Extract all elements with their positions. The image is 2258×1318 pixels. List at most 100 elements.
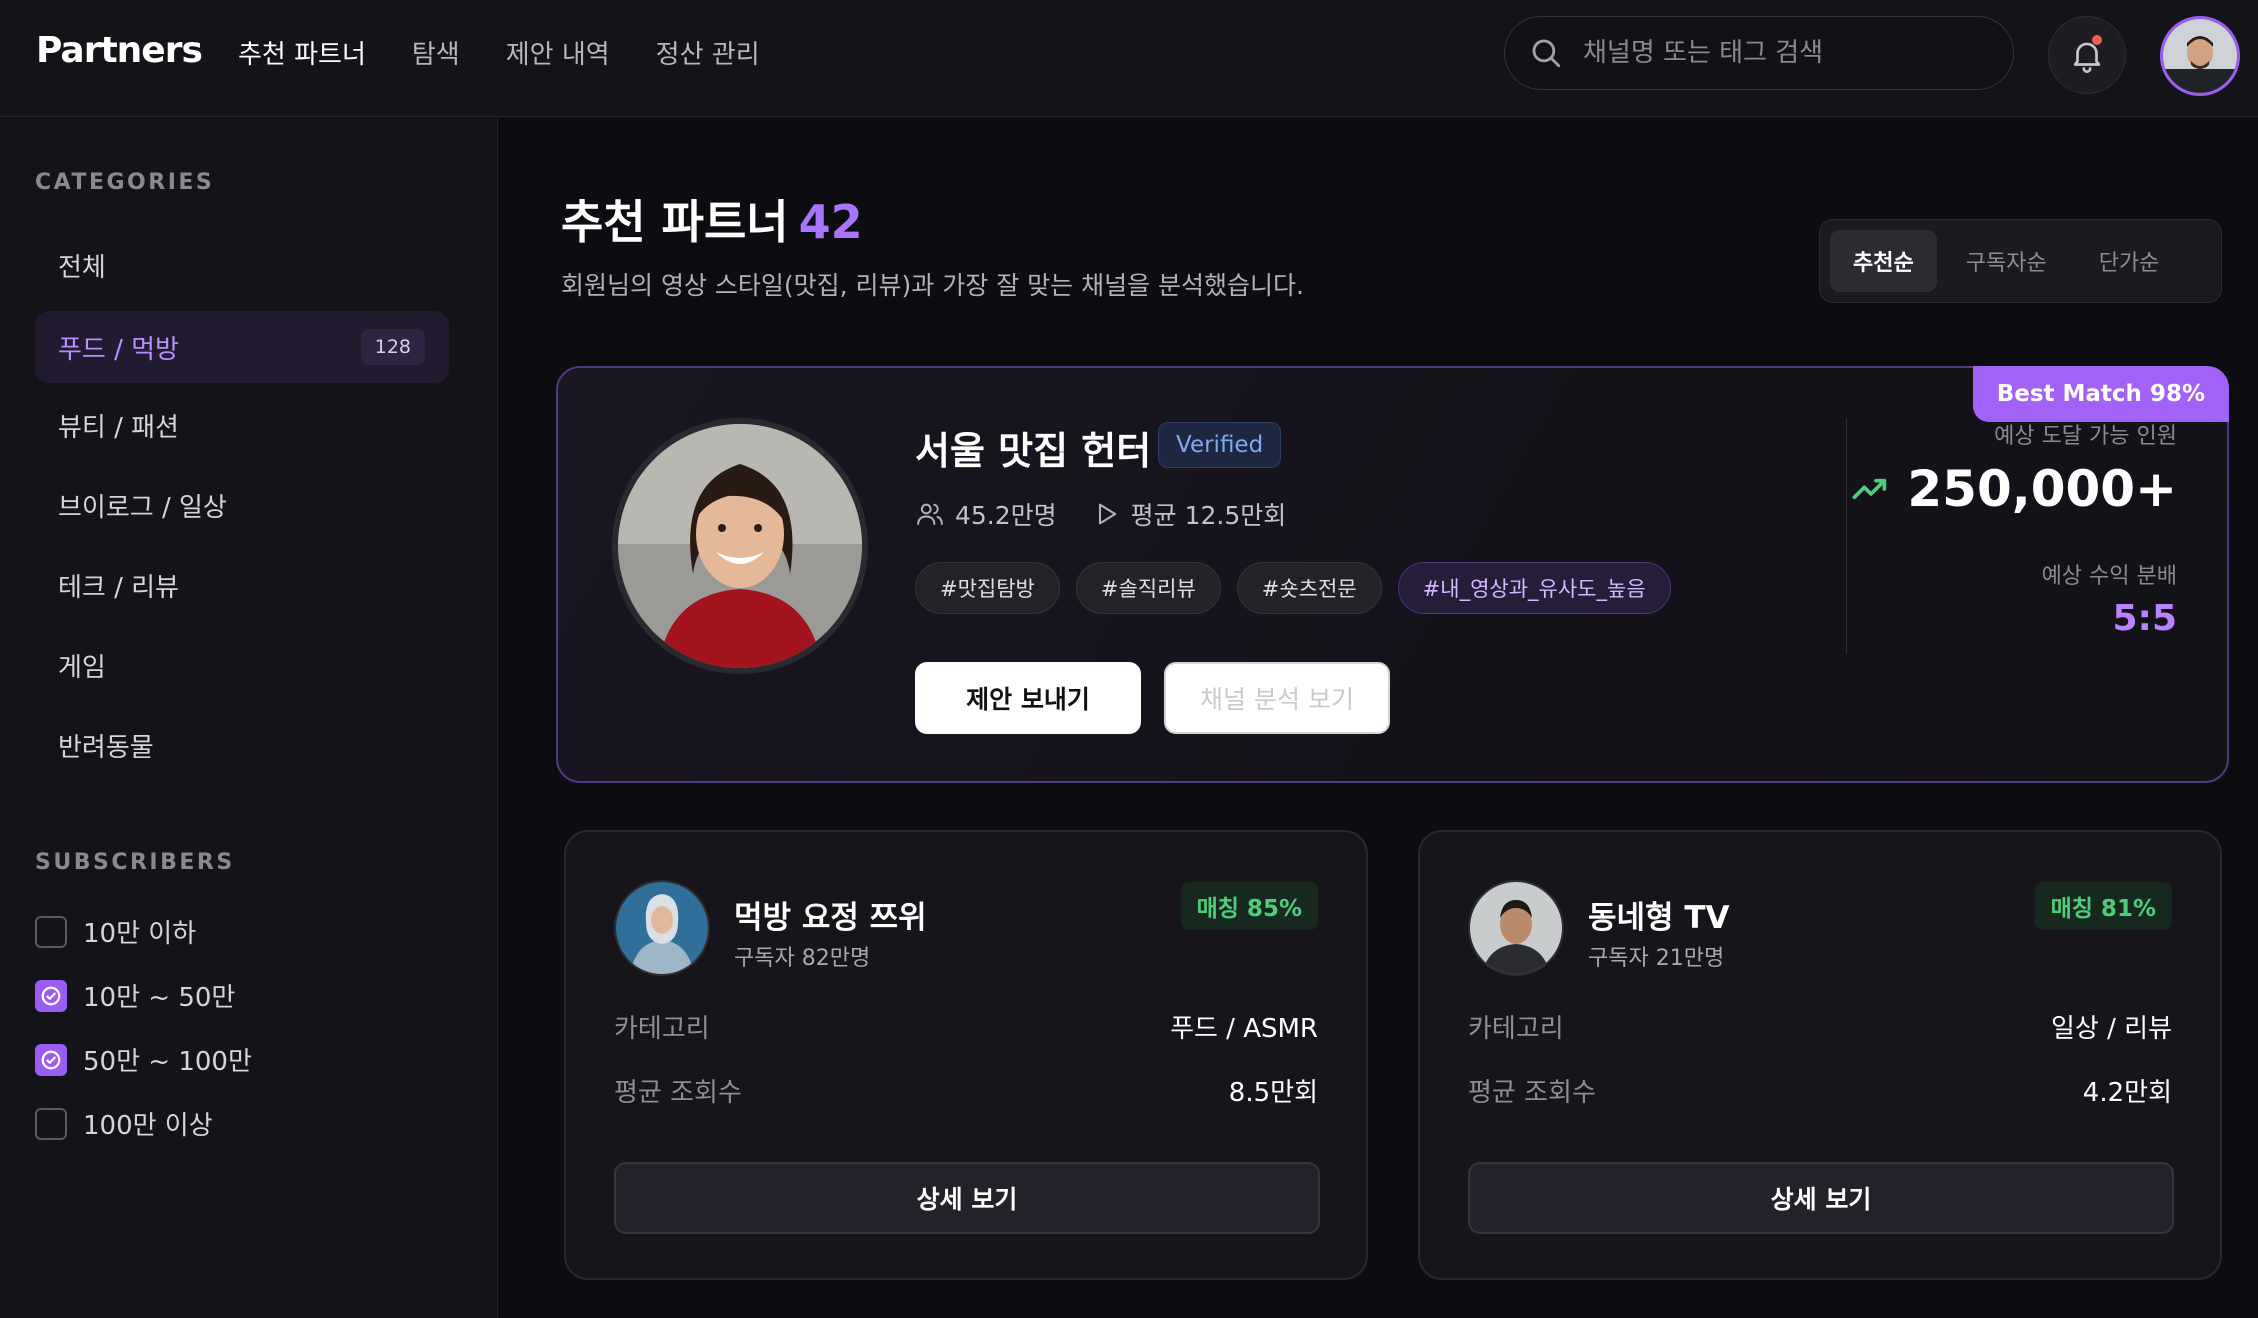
filter-under-100k[interactable]: 10만 이하 — [35, 913, 196, 950]
channel-name: 먹방 요정 쯔위 — [734, 900, 927, 936]
tag[interactable]: #맛집탐방 — [915, 562, 1060, 614]
main-content: 추천 파트너 42 회원님의 영상 스타일(맛집, 리뷰)과 가장 잘 맞는 채널… — [499, 118, 2258, 1318]
top-bar: Partners 추천 파트너 탐색 제안 내역 정산 관리 — [0, 0, 2258, 117]
reach-label: 예상 도달 가능 인원 — [1994, 424, 2177, 449]
users-icon — [917, 503, 943, 525]
category-label: 테크 / 리뷰 — [58, 572, 179, 603]
category-row: 카테고리 일상 / 리뷰 — [1468, 1008, 2172, 1045]
nav-settlement[interactable]: 정산 관리 — [656, 34, 760, 71]
revenue-split: 5:5 — [2112, 598, 2178, 639]
channel-stats: 45.2만명 평균 12.5만회 — [915, 496, 1286, 532]
filter-label: 10만 이하 — [83, 919, 197, 949]
partner-card: 동네형 TV 구독자 21만명 매칭 81% 카테고리 일상 / 리뷰 평균 조… — [1418, 830, 2222, 1280]
category-label: 전체 — [58, 252, 106, 283]
category-game[interactable]: 게임 — [35, 629, 449, 701]
details-button[interactable]: 상세 보기 — [1468, 1162, 2174, 1234]
page-title: 추천 파트너 42 — [561, 186, 863, 252]
view-analysis-button[interactable]: 채널 분석 보기 — [1164, 662, 1390, 734]
match-badge: 매칭 85% — [1180, 882, 1318, 930]
checkbox-checked[interactable] — [35, 979, 67, 1012]
logo[interactable]: Partners — [36, 30, 203, 71]
nav-proposals[interactable]: 제안 내역 — [506, 34, 610, 71]
channel-avatar — [614, 880, 710, 976]
category-vlog[interactable]: 브이로그 / 일상 — [35, 469, 449, 541]
category-food[interactable]: 푸드 / 먹방 128 — [35, 311, 449, 383]
category-label: 브이로그 / 일상 — [58, 492, 227, 523]
main-nav: 추천 파트너 탐색 제안 내역 정산 관리 — [238, 34, 760, 71]
search-icon — [1532, 39, 1561, 68]
category-beauty[interactable]: 뷰티 / 패션 — [35, 389, 449, 461]
details-button[interactable]: 상세 보기 — [614, 1162, 1320, 1234]
nav-explore[interactable]: 탐색 — [412, 34, 460, 71]
trending-up-icon — [1852, 478, 1887, 500]
checkbox[interactable] — [35, 1107, 67, 1140]
filter-100k-500k[interactable]: 10만 ~ 50만 — [35, 977, 235, 1014]
tag[interactable]: #숏츠전문 — [1236, 562, 1382, 614]
views-value: 4.2만회 — [2082, 1078, 2172, 1108]
sort-price[interactable]: 단가순 — [2076, 230, 2183, 292]
channel-avatar — [1468, 880, 1564, 976]
category-value: 일상 / 리뷰 — [2051, 1014, 2172, 1044]
check-circle-icon — [41, 986, 61, 1005]
category-row: 카테고리 푸드 / ASMR — [614, 1008, 1318, 1045]
send-proposal-button[interactable]: 제안 보내기 — [915, 662, 1141, 734]
sort-subscribers[interactable]: 구독자순 — [1943, 230, 2070, 292]
search-input[interactable] — [1583, 38, 1983, 68]
category-label: 푸드 / 먹방 — [58, 334, 179, 365]
page-title-text: 추천 파트너 — [561, 195, 789, 249]
best-match-card: Best Match 98% 서울 맛집 헌터 Verified 45.2만명 … — [556, 366, 2229, 783]
channel-name: 서울 맛집 헌터 — [915, 429, 1152, 473]
subscriber-count: 구독자 82만명 — [734, 946, 871, 971]
category-label: 카테고리 — [614, 1014, 710, 1044]
tag-list: #맛집탐방 #솔직리뷰 #숏츠전문 #내_영상과_유사도_높음 — [915, 562, 1671, 614]
views-stat: 평균 12.5만회 — [1093, 496, 1287, 532]
tag[interactable]: #솔직리뷰 — [1075, 562, 1221, 614]
notification-dot — [2092, 35, 2102, 45]
result-count: 42 — [798, 195, 863, 249]
match-badge: 매칭 81% — [2034, 882, 2172, 930]
categories-heading: CATEGORIES — [35, 170, 215, 195]
check-circle-icon — [41, 1050, 61, 1069]
category-pets[interactable]: 반려동물 — [35, 709, 449, 781]
category-count-badge: 128 — [360, 329, 425, 365]
checkbox-checked[interactable] — [35, 1043, 67, 1076]
subscriber-count: 구독자 21만명 — [1588, 946, 1725, 971]
views-label: 평균 조회수 — [614, 1078, 742, 1108]
best-match-badge: Best Match 98% — [1972, 366, 2229, 422]
reach-stat: 250,000+ — [1851, 460, 2177, 518]
category-tech[interactable]: 테크 / 리뷰 — [35, 549, 449, 621]
sort-toggle: 추천순 구독자순 단가순 — [1819, 219, 2222, 303]
sidebar: CATEGORIES 전체 푸드 / 먹방 128 뷰티 / 패션 브이로그 /… — [0, 118, 498, 1318]
tag-similarity[interactable]: #내_영상과_유사도_높음 — [1397, 562, 1671, 614]
category-all[interactable]: 전체 — [35, 229, 449, 301]
filter-label: 50만 ~ 100만 — [83, 1047, 252, 1077]
play-icon — [1098, 503, 1116, 525]
checkbox[interactable] — [35, 915, 67, 948]
views-label: 평균 조회수 — [1468, 1078, 1596, 1108]
divider — [1846, 418, 1847, 654]
filter-over-1m[interactable]: 100만 이상 — [35, 1105, 213, 1142]
channel-avatar — [612, 418, 868, 674]
category-label: 카테고리 — [1468, 1014, 1564, 1044]
filter-label: 100만 이상 — [83, 1111, 213, 1141]
avg-views: 평균 12.5만회 — [1130, 501, 1287, 530]
category-label: 뷰티 / 패션 — [58, 412, 179, 443]
search-box[interactable] — [1504, 16, 2014, 90]
verified-badge: Verified — [1158, 422, 1282, 468]
sort-recommended[interactable]: 추천순 — [1830, 230, 1937, 292]
subscriber-stat: 45.2만명 — [915, 496, 1057, 532]
views-value: 8.5만회 — [1228, 1078, 1318, 1108]
views-row: 평균 조회수 4.2만회 — [1468, 1072, 2172, 1109]
revenue-label: 예상 수익 분배 — [2041, 564, 2177, 589]
nav-recommended[interactable]: 추천 파트너 — [238, 34, 366, 71]
filter-500k-1m[interactable]: 50만 ~ 100만 — [35, 1041, 252, 1078]
notification-button[interactable] — [2048, 16, 2126, 94]
partner-card: 먹방 요정 쯔위 구독자 82만명 매칭 85% 카테고리 푸드 / ASMR … — [564, 830, 1368, 1280]
category-label: 게임 — [58, 652, 106, 683]
reach-value: 250,000+ — [1907, 460, 2177, 518]
user-avatar[interactable] — [2160, 16, 2240, 96]
channel-name: 동네형 TV — [1588, 900, 1730, 936]
category-label: 반려동물 — [58, 732, 154, 763]
subscriber-count: 45.2만명 — [955, 501, 1057, 530]
page-subtitle: 회원님의 영상 스타일(맛집, 리뷰)과 가장 잘 맞는 채널을 분석했습니다. — [561, 271, 1304, 300]
